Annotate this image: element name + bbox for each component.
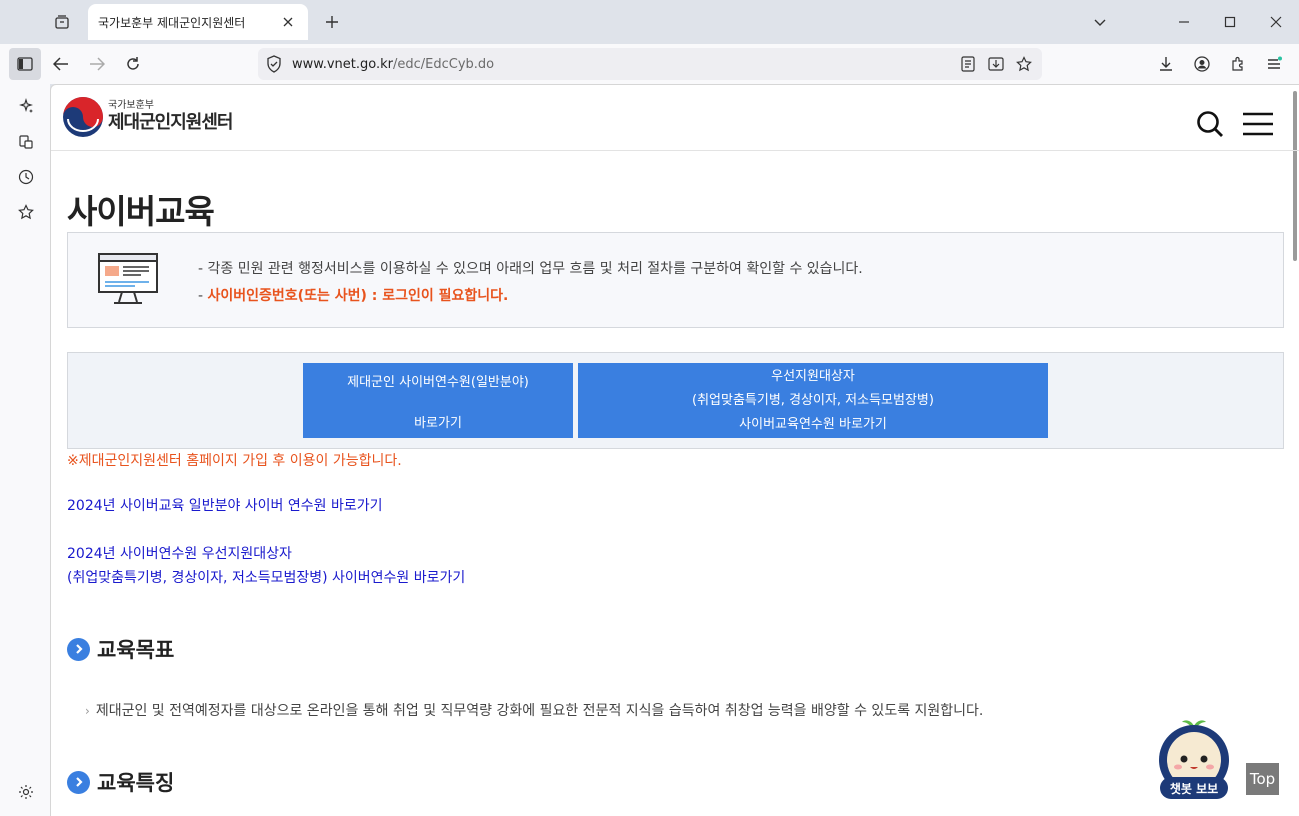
app-menu-icon[interactable]	[1258, 48, 1290, 80]
priority-support-academy-button[interactable]: 우선지원대상자 (취업맞춤특기병, 경상이자, 저소득모범장병) 사이버교육연수…	[578, 363, 1048, 438]
login-required-text: 사이버인증번호(또는 사번) : 로그인이 필요합니다.	[207, 288, 509, 304]
chevron-right-icon	[67, 637, 90, 661]
small-arrow-icon: ›	[85, 704, 90, 718]
minimize-icon[interactable]	[1161, 0, 1207, 44]
chevron-right-icon	[67, 770, 90, 794]
search-icon[interactable]	[1195, 109, 1225, 139]
title-bar: 국가보훈부 제대군인지원센터	[0, 0, 1299, 44]
forward-icon[interactable]	[81, 48, 113, 80]
notice-line-1: - 각종 민원 관련 행정서비스를 이용하실 수 있으며 아래의 업무 흐름 및…	[198, 261, 863, 277]
goal-text: 제대군인 및 전역예정자를 대상으로 온라인을 통해 취업 및 직무역량 강화에…	[95, 703, 984, 719]
notice-box: - 각종 민원 관련 행정서비스를 이용하실 수 있으며 아래의 업무 흐름 및…	[67, 232, 1284, 328]
close-window-icon[interactable]	[1253, 0, 1299, 44]
account-icon[interactable]	[1186, 48, 1218, 80]
tab-list-icon[interactable]	[48, 8, 76, 36]
button-label: 제대군인 사이버연수원(일반분야)	[347, 374, 529, 390]
section-goal-description: › 제대군인 및 전역예정자를 대상으로 온라인을 통해 취업 및 직무역량 강화…	[85, 700, 983, 720]
page-title: 사이버교육	[67, 192, 215, 231]
nav-toolbar: www.vnet.go.kr/edc/EdcCyb.do	[0, 44, 1299, 84]
bookmark-star-icon[interactable]	[1010, 50, 1038, 78]
chatbot-label[interactable]: 챗봇 보보	[1160, 777, 1228, 799]
logo-big-text: 제대군인지원센터	[108, 112, 233, 133]
signup-note: ※제대군인지원센터 홈페이지 가입 후 이용이 가능합니다.	[67, 453, 402, 469]
section-heading-goal: 교육목표	[67, 634, 174, 664]
general-academy-link[interactable]: 2024년 사이버교육 일반분야 사이버 연수원 바로가기	[67, 495, 382, 515]
site-logo[interactable]: 국가보훈부 제대군인지원센터	[62, 96, 233, 138]
bookmarks-icon[interactable]	[14, 200, 38, 224]
section-heading-features: 교육특징	[67, 767, 174, 797]
synced-tabs-icon[interactable]	[14, 130, 38, 154]
computer-monitor-icon	[98, 253, 158, 304]
reload-icon[interactable]	[117, 48, 149, 80]
maximize-icon[interactable]	[1207, 0, 1253, 44]
scroll-top-button[interactable]: Top	[1246, 763, 1279, 795]
shield-icon[interactable]	[266, 55, 282, 77]
ai-sparkle-icon[interactable]	[14, 94, 38, 118]
button-label: 바로가기	[414, 415, 462, 431]
tab-title: 국가보훈부 제대군인지원센터	[98, 15, 246, 30]
section-title-text: 교육목표	[97, 638, 175, 662]
close-icon[interactable]	[278, 12, 298, 32]
button-label: (취업맞춤특기병, 경상이자, 저소득모범장병)	[692, 392, 934, 408]
logo-small-text: 국가보훈부	[108, 100, 154, 111]
reader-view-icon[interactable]	[954, 50, 982, 78]
history-icon[interactable]	[14, 165, 38, 189]
url-path: /edc/EdcCyb.do	[392, 56, 495, 72]
address-bar[interactable]: www.vnet.go.kr/edc/EdcCyb.do	[258, 48, 1042, 80]
downloads-icon[interactable]	[1150, 48, 1182, 80]
settings-gear-icon[interactable]	[14, 780, 38, 804]
extensions-icon[interactable]	[1222, 48, 1254, 80]
browser-tab[interactable]: 국가보훈부 제대군인지원센터	[88, 4, 308, 40]
priority-academy-link-line2[interactable]: (취업맞춤특기병, 경상이자, 저소득모범장병) 사이버연수원 바로가기	[67, 567, 465, 587]
site-header: 국가보훈부 제대군인지원센터	[51, 85, 1299, 151]
cyber-education-buttons: 제대군인 사이버연수원(일반분야) 바로가기 우선지원대상자 (취업맞춤특기병,…	[67, 352, 1284, 449]
chevron-down-icon[interactable]	[1086, 8, 1114, 36]
priority-academy-link-line1[interactable]: 2024년 사이버연수원 우선지원대상자	[67, 543, 292, 563]
new-tab-icon[interactable]	[318, 8, 346, 36]
notice-dash: -	[198, 288, 208, 304]
url-host: www.vnet.go.kr	[292, 56, 393, 72]
section-title-text: 교육특징	[97, 771, 175, 795]
save-page-icon[interactable]	[982, 50, 1010, 78]
back-icon[interactable]	[45, 48, 77, 80]
button-label: 사이버교육연수원 바로가기	[739, 416, 887, 432]
hamburger-menu-icon[interactable]	[1241, 111, 1275, 137]
page-viewport: 국가보훈부 제대군인지원센터 사이버교육 - 각종 민원 관련 행정서비스를 이…	[50, 84, 1299, 816]
sidebar-toggle-icon[interactable]	[9, 48, 41, 80]
general-cyber-academy-button[interactable]: 제대군인 사이버연수원(일반분야) 바로가기	[303, 363, 573, 438]
button-label: 우선지원대상자	[771, 368, 855, 384]
taegeuk-logo-icon	[63, 97, 103, 137]
browser-sidebar	[0, 84, 50, 816]
notice-line-2: - 사이버인증번호(또는 사번) : 로그인이 필요합니다.	[198, 285, 508, 305]
